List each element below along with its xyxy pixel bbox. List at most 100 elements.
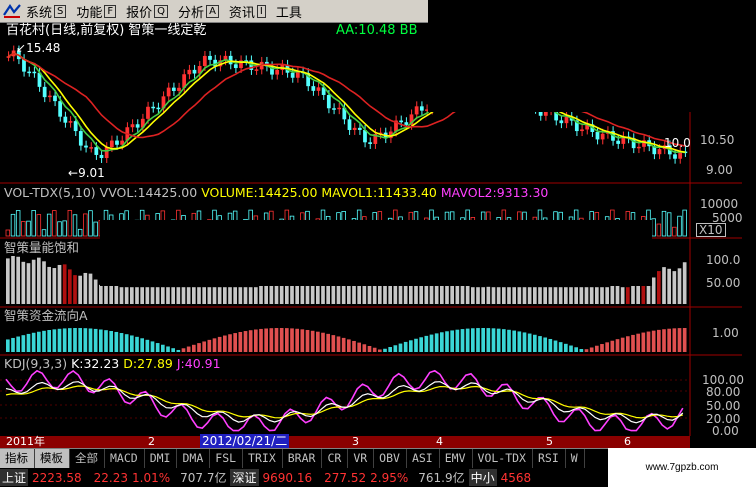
tab-obv[interactable]: OBV: [374, 449, 407, 468]
kdj-tick-80: 80.00: [706, 385, 741, 399]
candle-body: [202, 55, 207, 67]
volume-bar: [36, 214, 42, 237]
flow-tick-1: 1.00: [712, 326, 739, 340]
sz-index-value: 9690.16: [262, 470, 313, 485]
energy-bar: [569, 287, 573, 304]
fund-flow-bar: [259, 328, 263, 352]
energy-bar: [233, 287, 237, 304]
volume-bar: [83, 213, 88, 237]
fund-flow-bar: [300, 329, 305, 352]
tab-cr[interactable]: CR: [322, 449, 349, 468]
energy-bar: [166, 287, 170, 304]
energy-bar: [192, 287, 196, 304]
energy-bar: [512, 287, 516, 304]
fund-flow-bar: [620, 337, 625, 352]
fund-flow-bar: [626, 336, 630, 352]
tab-indicators[interactable]: 指标: [0, 449, 35, 468]
candle-body: [208, 55, 212, 60]
volume-bar: [677, 215, 682, 237]
fund-flow-bar: [181, 348, 186, 352]
energy-bar: [228, 287, 232, 304]
fund-flow-bar: [419, 337, 423, 352]
stock-chart-area[interactable]: [0, 0, 756, 448]
energy-bar: [145, 287, 150, 304]
fund-flow-bar: [512, 330, 516, 352]
fund-flow-bar: [26, 333, 31, 352]
candle-body: [357, 127, 362, 130]
fund-flow-bar: [352, 340, 356, 352]
tab-rsi[interactable]: RSI: [533, 449, 566, 468]
fund-flow-bar: [610, 340, 615, 352]
fund-flow-bar: [424, 335, 429, 352]
candle-body: [254, 69, 259, 71]
fund-flow-bar: [527, 333, 532, 352]
tab-all[interactable]: 全部: [70, 449, 105, 468]
candle-body: [104, 147, 109, 159]
fund-flow-bar: [393, 345, 398, 352]
fund-flow-bar: [99, 329, 103, 352]
fund-flow-bar: [440, 332, 444, 352]
energy-bar: [181, 287, 186, 304]
arrow-left-icon: ↙: [16, 41, 27, 55]
energy-bar: [155, 287, 160, 304]
sh-index-value: 2223.58: [32, 470, 82, 485]
energy-bar: [615, 285, 620, 304]
tab-w[interactable]: W: [566, 449, 585, 468]
fund-flow-bar: [197, 343, 201, 352]
tab-templates[interactable]: 模板: [35, 449, 70, 468]
energy-bar: [605, 287, 609, 304]
tab-vol-tdx[interactable]: VOL-TDX: [473, 449, 533, 468]
energy-bar: [657, 271, 661, 304]
fund-flow-bar: [316, 331, 320, 352]
fund-flow-bar: [481, 328, 485, 352]
fund-flow-bar: [78, 328, 82, 352]
energy-bar: [78, 275, 82, 304]
fund-flow-bar: [83, 328, 88, 352]
volume-bar: [661, 210, 667, 237]
right-price-marker: 10.0: [664, 136, 691, 150]
tab-trix[interactable]: TRIX: [243, 449, 283, 468]
sz-index-label[interactable]: 深证: [230, 469, 259, 486]
energy-bar: [584, 287, 589, 304]
fund-flow-bar: [321, 332, 325, 352]
tab-dmi[interactable]: DMI: [145, 449, 178, 468]
tab-brar[interactable]: BRAR: [283, 449, 323, 468]
fund-flow-bar: [104, 330, 108, 352]
energy-bar: [471, 287, 475, 304]
fund-flow-bar: [124, 334, 129, 352]
fund-flow-bar: [646, 331, 651, 352]
candle-body: [130, 124, 135, 128]
tab-macd[interactable]: MACD: [105, 449, 145, 468]
time-axis-label: 6: [624, 435, 631, 448]
energy-bar: [682, 262, 687, 304]
energy-bar: [543, 287, 547, 304]
energy-bar: [124, 287, 129, 304]
candle-body: [42, 86, 47, 98]
energy-bar: [130, 287, 134, 304]
energy-bar: [114, 283, 119, 304]
fund-flow-bar: [6, 339, 10, 352]
candle-body: [595, 131, 600, 140]
energy-bar: [620, 287, 625, 304]
energy-bar: [491, 287, 496, 304]
energy-tick-50: 50.00: [706, 276, 741, 290]
indicator-tab-bar: 指标 模板 全部 MACD DMI DMA FSL TRIX BRAR CR V…: [0, 448, 608, 468]
fund-flow-bar: [331, 335, 336, 352]
candle-body: [53, 95, 57, 102]
fund-flow-bar: [486, 328, 491, 352]
tab-dma[interactable]: DMA: [177, 449, 211, 468]
tab-vr[interactable]: VR: [348, 449, 375, 468]
tab-fsl[interactable]: FSL: [210, 449, 244, 468]
candle-body: [68, 121, 73, 123]
fund-flow-bar: [569, 345, 573, 352]
flow-panel-title: 智策资金流向A: [4, 308, 88, 323]
candle-body: [419, 106, 424, 111]
time-axis[interactable]: 2011年 2 3 4 5 6: [0, 435, 690, 448]
tab-asi[interactable]: ASI: [407, 449, 440, 468]
tab-emv[interactable]: EMV: [440, 449, 473, 468]
zx-index-label[interactable]: 中小: [468, 469, 497, 486]
fund-flow-bar: [269, 328, 274, 352]
sh-index-label[interactable]: 上证: [0, 469, 29, 486]
energy-bar: [527, 287, 532, 304]
energy-bar: [73, 275, 77, 304]
